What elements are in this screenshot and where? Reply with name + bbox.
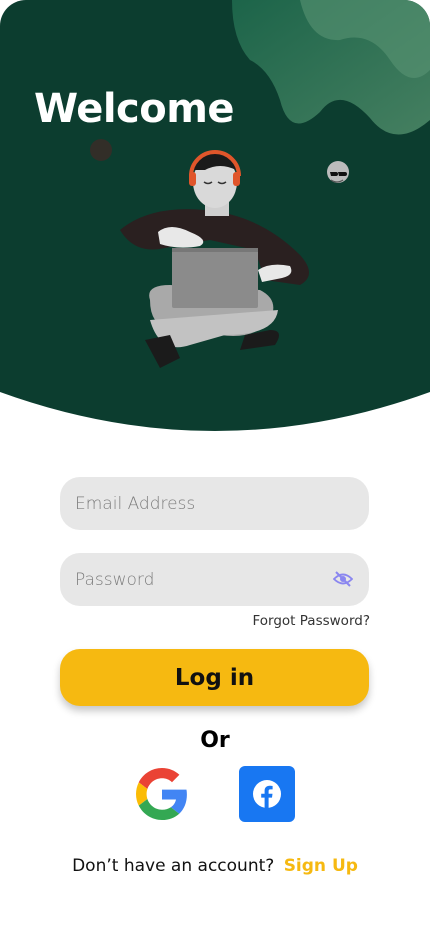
or-divider: Or (200, 728, 230, 753)
hero-illustration (0, 0, 430, 431)
password-input[interactable] (60, 553, 369, 606)
signup-link[interactable]: Sign Up (284, 856, 358, 876)
facebook-icon (253, 780, 281, 808)
eye-off-icon[interactable] (332, 570, 354, 588)
facebook-login-button[interactable] (239, 766, 295, 822)
login-button[interactable]: Log in (60, 649, 369, 706)
email-field[interactable] (60, 477, 369, 530)
signup-prompt: Don’t have an account? (72, 856, 275, 876)
page-title: Welcome (34, 86, 235, 132)
google-login-button[interactable] (136, 768, 188, 820)
forgot-password-link[interactable]: Forgot Password? (253, 613, 371, 629)
password-field[interactable] (60, 553, 369, 606)
signup-prompt-row: Don’t have an account? Sign Up (0, 856, 430, 876)
google-icon (136, 768, 187, 820)
email-input[interactable] (60, 477, 369, 530)
hero-banner: Welcome (0, 0, 430, 440)
